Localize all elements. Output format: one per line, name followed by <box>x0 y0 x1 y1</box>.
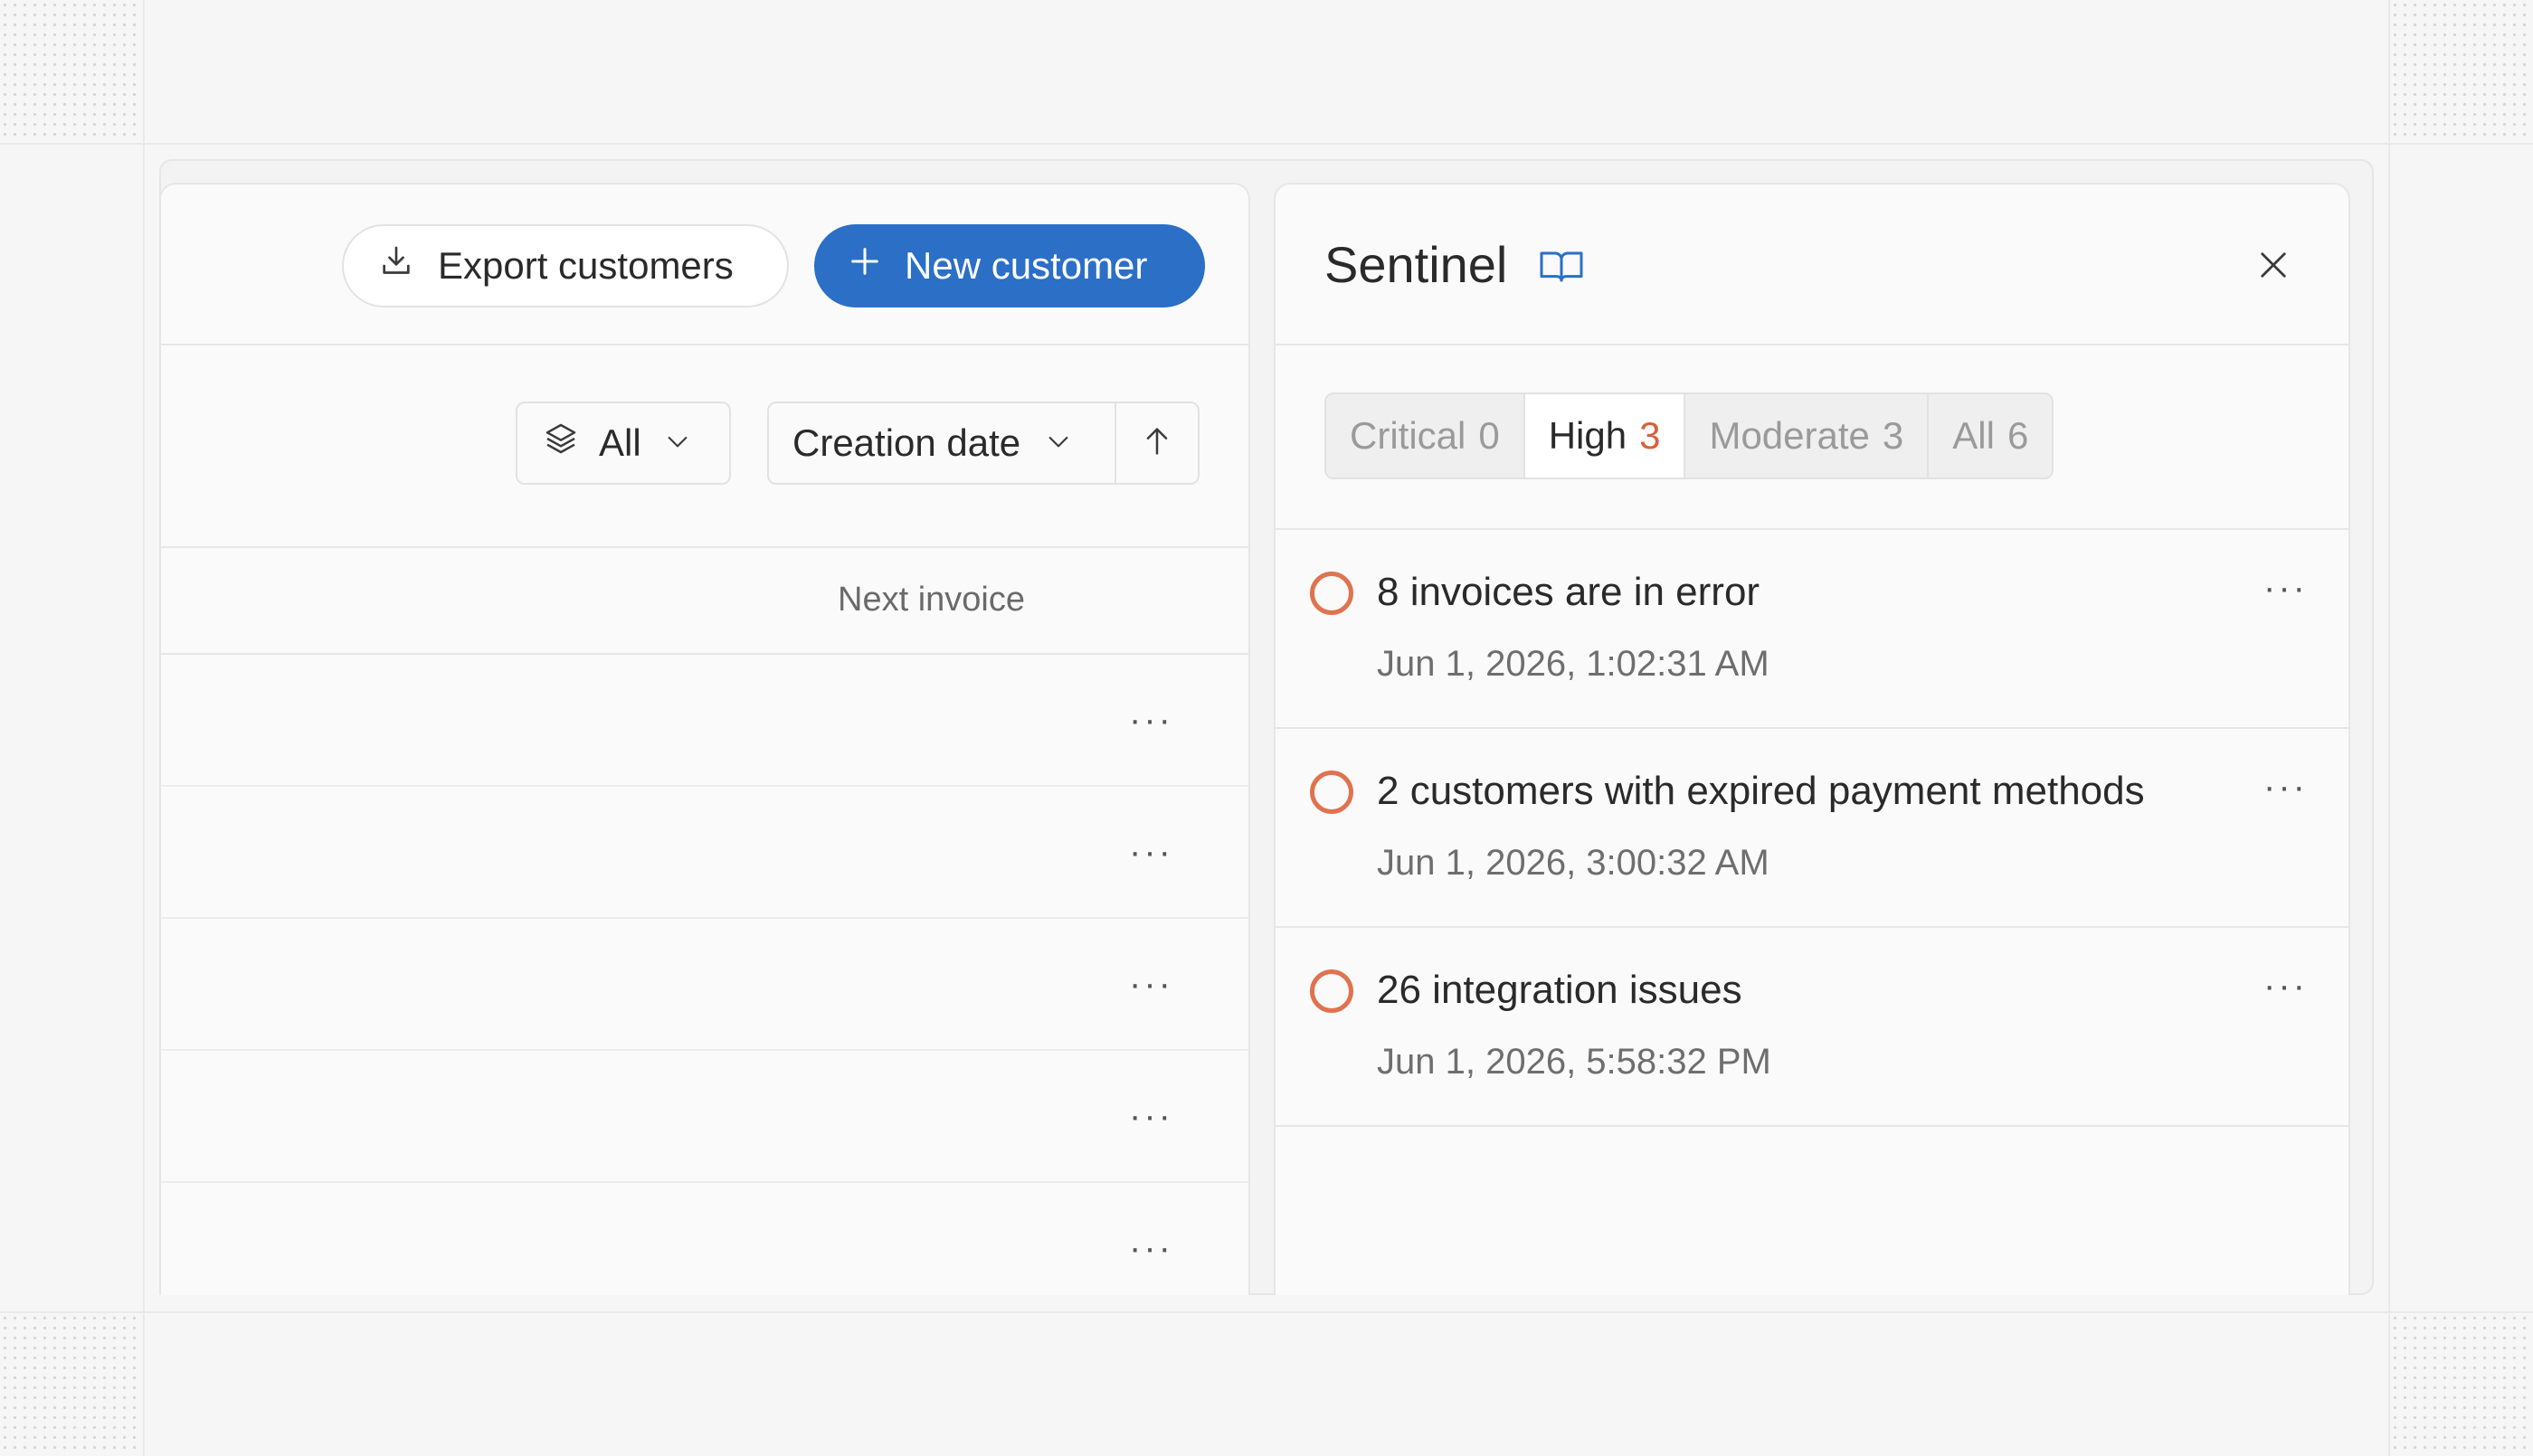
status-circle-icon <box>1310 572 1353 615</box>
table-row[interactable]: ··· <box>161 655 1248 787</box>
issue-actions-menu[interactable]: ··· <box>2263 769 2308 805</box>
issue-title: 26 integration issues <box>1377 968 1742 1012</box>
book-icon[interactable] <box>1538 248 1585 288</box>
tab-label: High <box>1548 414 1627 457</box>
sort-field-select[interactable]: Creation date <box>769 403 1116 483</box>
tab-high[interactable]: High 3 <box>1524 394 1686 477</box>
segment-filter-select[interactable]: All <box>516 402 731 485</box>
plus-icon <box>847 243 905 288</box>
table-header: Next invoice <box>161 548 1248 655</box>
guide-line <box>0 1311 2533 1313</box>
tab-label: Moderate <box>1709 414 1870 457</box>
issue-title: 2 customers with expired payment methods <box>1377 769 2145 813</box>
arrow-up-icon <box>1139 423 1175 464</box>
customers-panel: Export customers New customer All Creati… <box>159 183 1250 1295</box>
issue-actions-menu[interactable]: ··· <box>2263 570 2308 606</box>
chevron-down-icon <box>663 421 692 465</box>
issue-list-item[interactable]: 2 customers with expired payment methods… <box>1276 729 2348 928</box>
guide-line <box>143 0 145 1456</box>
issue-list-item[interactable]: 26 integration issues Jun 1, 2026, 5:58:… <box>1276 928 2348 1127</box>
severity-tabs: Critical 0 High 3 Moderate 3 All 6 <box>1324 392 2054 479</box>
table-row[interactable]: ··· <box>161 1183 1248 1295</box>
row-actions-menu[interactable]: ··· <box>1129 702 1173 738</box>
filter-bar: All Creation date <box>161 345 1248 548</box>
export-customers-button[interactable]: Export customers <box>342 224 789 307</box>
tab-count: 6 <box>2006 414 2029 457</box>
row-actions-menu[interactable]: ··· <box>1129 1230 1173 1266</box>
tab-critical[interactable]: Critical 0 <box>1326 394 1525 477</box>
status-circle-icon <box>1310 969 1353 1013</box>
table-row[interactable]: ··· <box>161 787 1248 919</box>
tab-count: 3 <box>1882 414 1904 457</box>
dotted-pattern <box>2390 1313 2533 1456</box>
download-icon <box>378 243 438 288</box>
segment-filter-value: All <box>599 421 641 464</box>
issue-timestamp: Jun 1, 2026, 5:58:32 PM <box>1377 1042 1771 1082</box>
dotted-pattern <box>0 1313 143 1456</box>
tab-label: All <box>1952 414 1995 457</box>
issue-actions-menu[interactable]: ··· <box>2263 968 2308 1004</box>
guide-line <box>2388 0 2390 1456</box>
issue-timestamp: Jun 1, 2026, 1:02:31 AM <box>1377 644 1769 684</box>
sentinel-header: Sentinel <box>1276 184 2348 345</box>
issue-list-item[interactable]: 8 invoices are in error Jun 1, 2026, 1:0… <box>1276 530 2348 729</box>
tab-count: 0 <box>1478 414 1500 457</box>
sort-control: Creation date <box>767 402 1200 485</box>
dotted-pattern <box>0 0 143 143</box>
issue-timestamp: Jun 1, 2026, 3:00:32 AM <box>1377 843 1769 883</box>
guide-line <box>0 143 2533 145</box>
status-circle-icon <box>1310 771 1353 814</box>
new-customer-button[interactable]: New customer <box>814 224 1205 307</box>
new-customer-label: New customer <box>905 244 1148 287</box>
row-actions-menu[interactable]: ··· <box>1129 834 1173 870</box>
row-actions-menu[interactable]: ··· <box>1129 1098 1173 1134</box>
tab-count: 3 <box>1639 414 1661 457</box>
tab-label: Critical <box>1350 414 1466 457</box>
sort-field-value: Creation date <box>792 421 1021 464</box>
layers-icon <box>543 421 579 466</box>
table-row[interactable]: ··· <box>161 1051 1248 1183</box>
close-icon[interactable] <box>2254 246 2292 288</box>
tab-moderate[interactable]: Moderate 3 <box>1685 394 1930 477</box>
severity-tabs-bar: Critical 0 High 3 Moderate 3 All 6 <box>1276 345 2348 530</box>
table-row[interactable]: ··· <box>161 919 1248 1051</box>
sort-direction-button[interactable] <box>1116 403 1198 483</box>
dotted-pattern <box>2390 0 2533 143</box>
column-header-next-invoice[interactable]: Next invoice <box>838 581 1025 619</box>
sentinel-panel: Sentinel Critical 0 High 3 Moderate 3 Al… <box>1274 183 2350 1295</box>
issue-title: 8 invoices are in error <box>1377 570 1760 614</box>
chevron-down-icon <box>1044 421 1073 465</box>
sentinel-title: Sentinel <box>1324 236 1508 293</box>
tab-all[interactable]: All 6 <box>1929 394 2052 477</box>
customers-toolbar: Export customers New customer <box>161 184 1248 345</box>
export-customers-label: Export customers <box>438 244 734 287</box>
row-actions-menu[interactable]: ··· <box>1129 966 1173 1002</box>
